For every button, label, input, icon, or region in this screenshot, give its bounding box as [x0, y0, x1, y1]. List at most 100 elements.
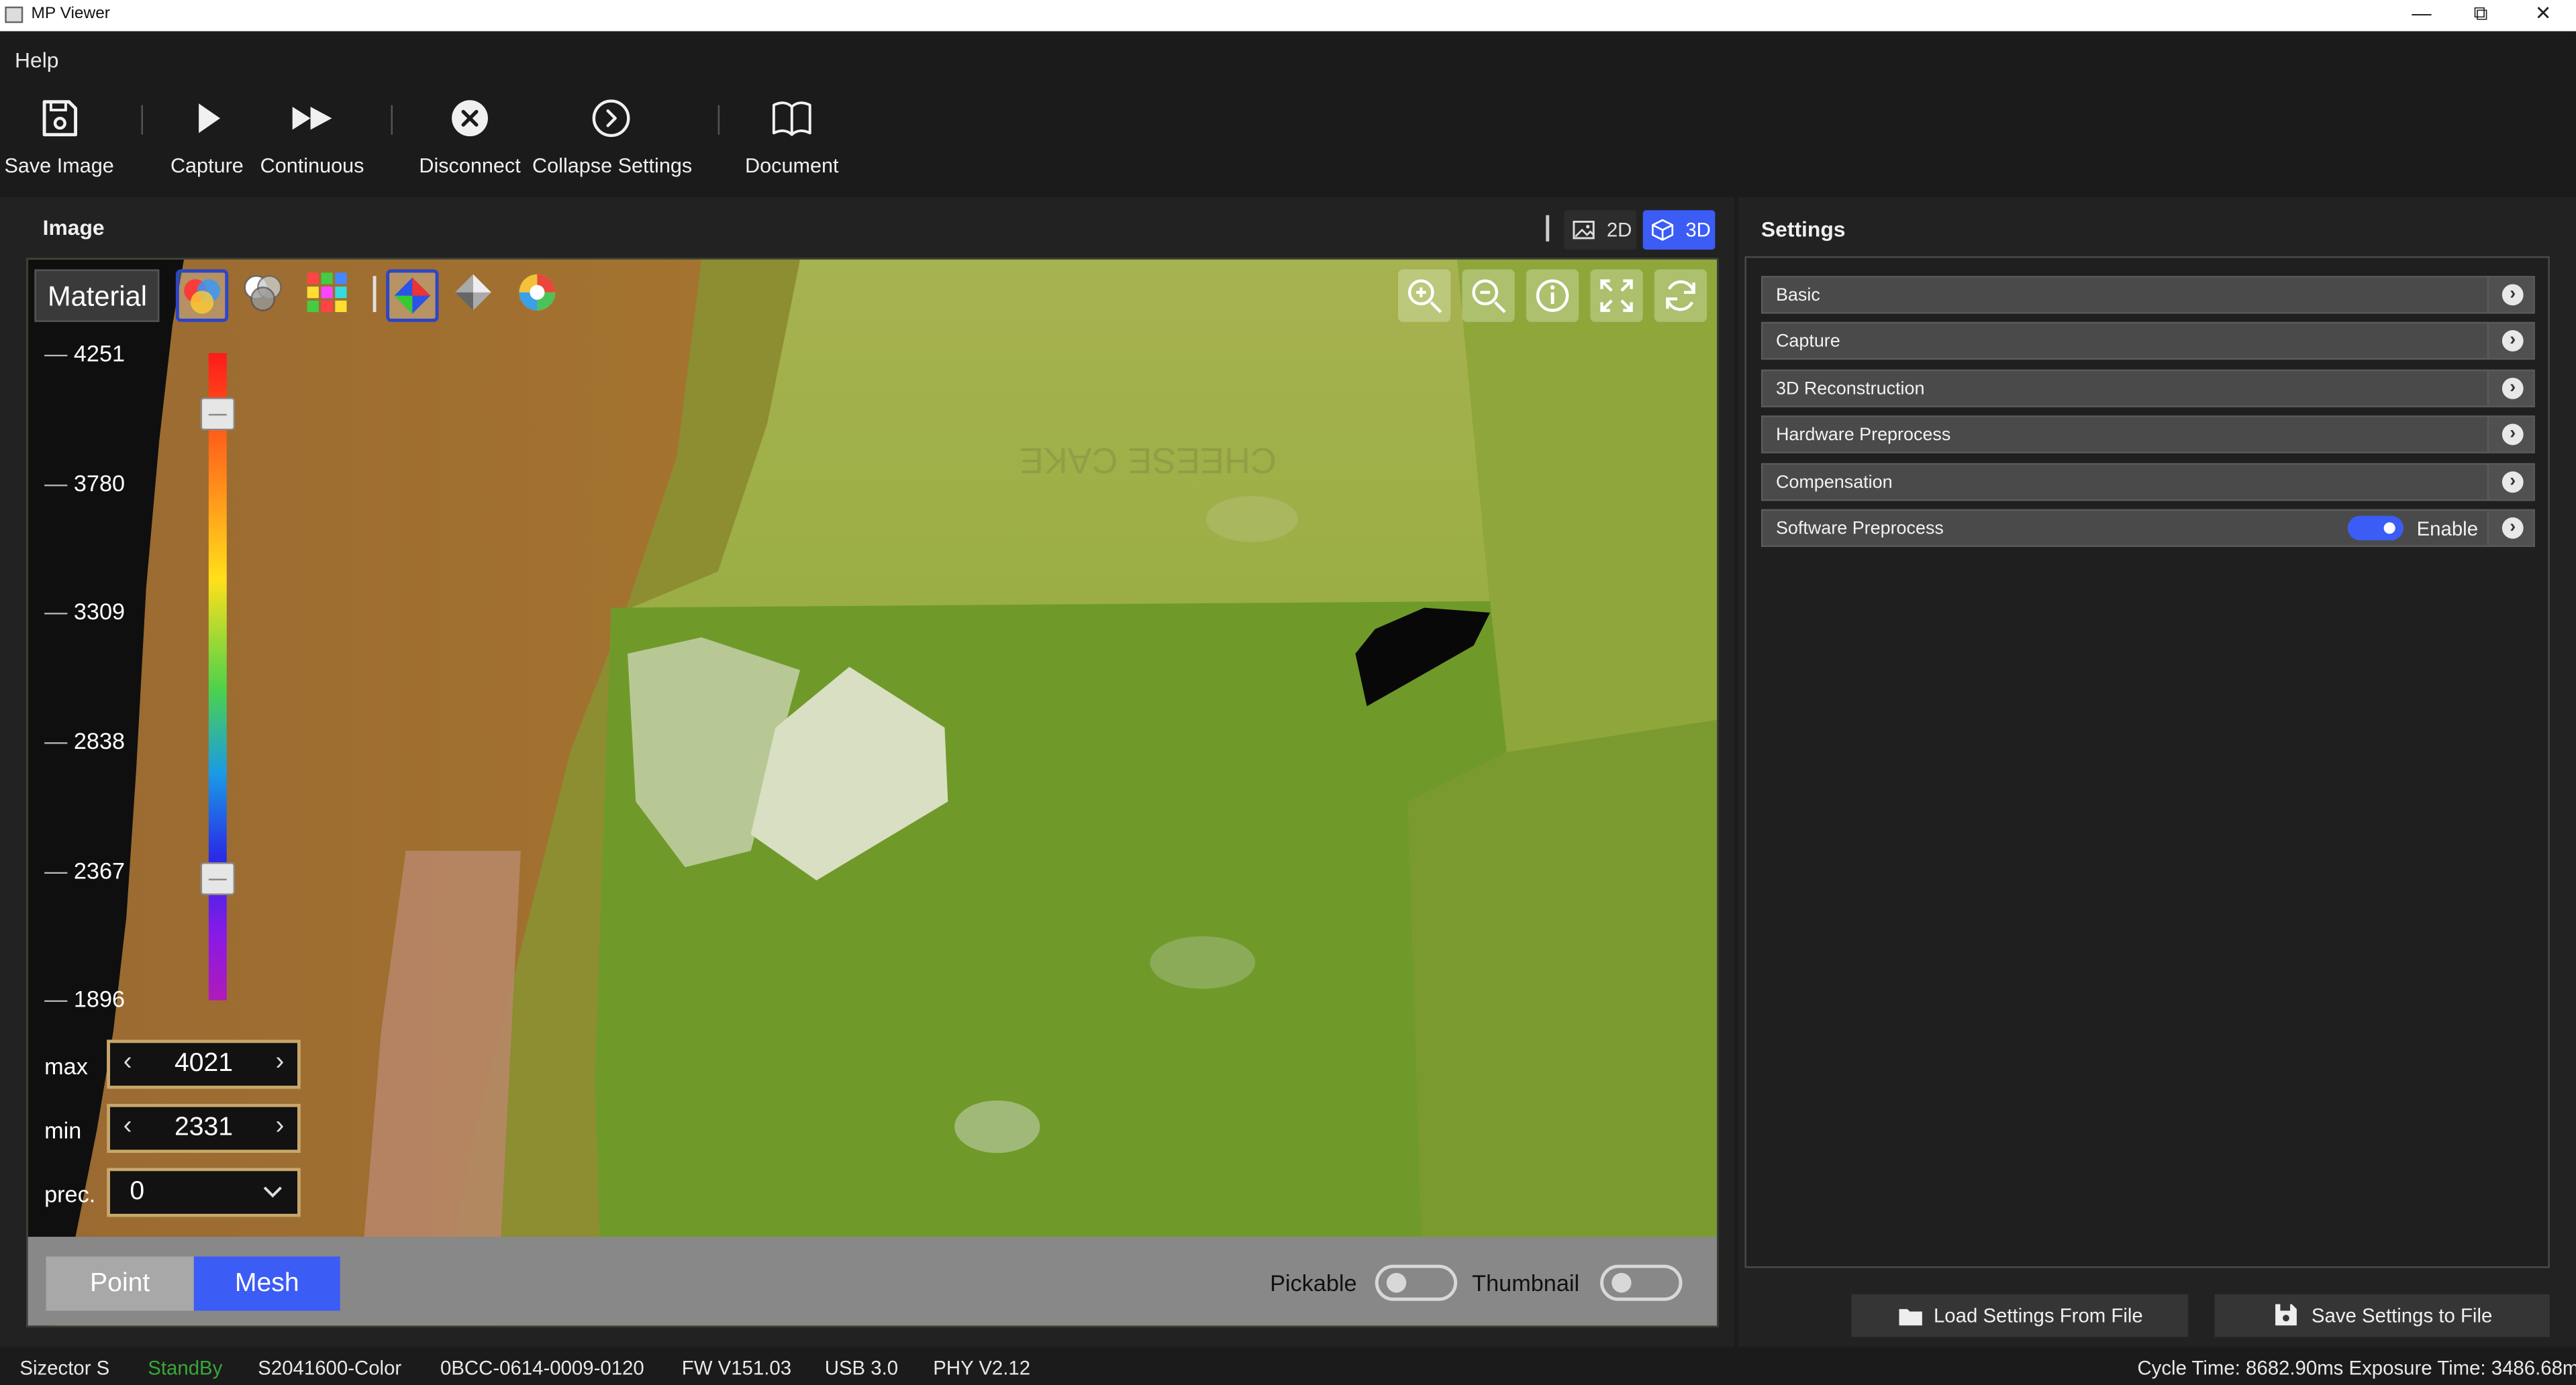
color-wheel-icon[interactable]: [514, 269, 566, 321]
chevron-down-icon: [263, 1186, 282, 1198]
status-phy: PHY V2.12: [933, 1356, 1031, 1380]
settings-section-3d-reconstruction[interactable]: 3D Reconstruction ›: [1761, 369, 2535, 408]
point-tab[interactable]: Point: [46, 1256, 194, 1311]
chevron-right-icon[interactable]: ›: [2487, 511, 2534, 546]
info-icon[interactable]: [1526, 269, 1579, 322]
chevron-right-icon[interactable]: ›: [2487, 417, 2534, 452]
software-preprocess-toggle[interactable]: [2347, 515, 2404, 541]
prec-value: 0: [130, 1178, 145, 1206]
close-icon[interactable]: ✕: [2514, 0, 2573, 32]
max-slider-handle[interactable]: [200, 397, 236, 431]
save-settings-button[interactable]: Save Settings to File: [2214, 1294, 2550, 1337]
section-label: Capture: [1775, 331, 1840, 352]
save-disk-icon: [42, 100, 78, 137]
fast-forward-icon: [292, 107, 332, 130]
continuous-label: Continuous: [260, 154, 364, 178]
color-material-icon[interactable]: [175, 269, 229, 322]
app-icon: [5, 6, 23, 23]
zoom-out-icon[interactable]: [1462, 269, 1515, 322]
status-usb: USB 3.0: [824, 1356, 899, 1380]
grid-material-icon[interactable]: [304, 269, 356, 321]
pickable-toggle[interactable]: [1375, 1264, 1458, 1301]
capture-button[interactable]: Capture: [168, 87, 246, 189]
disconnect-button[interactable]: Disconnect: [415, 87, 524, 189]
section-label: Compensation: [1775, 472, 1893, 493]
view-3d-button[interactable]: 3D: [1642, 210, 1716, 250]
thumbnail-label: Thumbnail: [1472, 1270, 1580, 1296]
status-state: StandBy: [148, 1356, 223, 1380]
prec-select[interactable]: 0: [107, 1168, 301, 1217]
fit-view-icon[interactable]: [1590, 269, 1643, 322]
save-disk-icon: [2275, 1304, 2297, 1326]
min-value[interactable]: 2331: [110, 1114, 297, 1143]
save-image-button[interactable]: Save Image: [3, 87, 115, 189]
play-icon: [199, 103, 220, 134]
status-firmware: FW V151.03: [681, 1356, 792, 1380]
zoom-in-icon[interactable]: [1397, 269, 1451, 322]
load-settings-button[interactable]: Load Settings From File: [1851, 1294, 2189, 1337]
thumbnail-toggle[interactable]: [1600, 1264, 1683, 1301]
min-slider-handle[interactable]: [200, 862, 236, 895]
status-serial: 0BCC-0614-0009-0120: [440, 1356, 644, 1380]
chevron-right-icon[interactable]: ›: [2487, 323, 2534, 358]
load-settings-label: Load Settings From File: [1933, 1304, 2143, 1327]
view-2d-button[interactable]: 2D: [1564, 210, 1636, 250]
title-bar: MP Viewer — ⧉ ✕: [0, 0, 2576, 32]
view-2d-label: 2D: [1606, 218, 1632, 242]
increment-chevron-icon[interactable]: ›: [275, 1048, 284, 1078]
document-button[interactable]: Document: [742, 87, 841, 189]
settings-section-software-preprocess[interactable]: Software Preprocess Enable ›: [1761, 509, 2535, 548]
disconnect-label: Disconnect: [419, 154, 521, 178]
toolbar-separator: [141, 105, 143, 135]
mesh-tab[interactable]: Mesh: [193, 1256, 340, 1311]
toolbar: Save Image Capture Continuous Disconnect: [0, 87, 2576, 189]
chevron-right-icon[interactable]: ›: [2487, 277, 2534, 313]
restore-icon[interactable]: ⧉: [2451, 0, 2510, 32]
image-icon: [1573, 220, 1595, 240]
minimize-icon[interactable]: —: [2392, 0, 2451, 32]
section-label: Hardware Preprocess: [1775, 425, 1951, 446]
view-switch-divider: [1546, 215, 1550, 242]
collapse-settings-label: Collapse Settings: [532, 154, 693, 178]
scale-tick: — 3309: [44, 597, 126, 625]
max-stepper[interactable]: ‹ 4021 ›: [107, 1039, 301, 1089]
min-stepper[interactable]: ‹ 2331 ›: [107, 1103, 301, 1153]
gray-material-icon[interactable]: [240, 269, 292, 321]
depth-color-icon[interactable]: [386, 269, 439, 322]
section-label: Basic: [1775, 285, 1820, 306]
settings-list: [1744, 256, 2550, 1268]
book-icon: [772, 101, 811, 136]
min-label: min: [44, 1117, 82, 1143]
material-label-text: Material: [47, 280, 147, 313]
max-label: max: [44, 1052, 88, 1080]
section-label: Software Preprocess: [1775, 519, 1944, 539]
chevron-right-icon[interactable]: ›: [2487, 464, 2534, 500]
menu-help[interactable]: Help: [15, 48, 58, 72]
chevron-circle-icon: [592, 99, 630, 138]
document-label: Document: [745, 154, 839, 178]
continuous-button[interactable]: Continuous: [256, 87, 368, 189]
collapse-settings-button[interactable]: Collapse Settings: [532, 87, 693, 189]
reset-view-icon[interactable]: [1654, 269, 1707, 322]
3d-viewport[interactable]: CHEESE CAKE Material — 4251 — 3780 — 330…: [26, 258, 1719, 1327]
window-title: MP Viewer: [31, 5, 110, 23]
chevron-right-icon[interactable]: ›: [2487, 371, 2534, 406]
section-label: 3D Reconstruction: [1775, 379, 1925, 399]
depth-color-bar: [208, 353, 227, 1001]
view-3d-label: 3D: [1685, 218, 1711, 242]
image-panel-title: Image: [42, 215, 105, 240]
settings-section-hardware-preprocess[interactable]: Hardware Preprocess ›: [1761, 415, 2535, 454]
increment-chevron-icon[interactable]: ›: [275, 1112, 284, 1141]
settings-section-capture[interactable]: Capture ›: [1761, 321, 2535, 360]
toolbar-separator: [717, 105, 720, 135]
settings-title: Settings: [1761, 217, 1846, 242]
depth-gray-icon[interactable]: [450, 269, 503, 321]
status-timing: Cycle Time: 8682.90ms Exposure Time: 348…: [2137, 1356, 2576, 1380]
settings-section-basic[interactable]: Basic ›: [1761, 276, 2535, 314]
scale-tick: — 2838: [44, 727, 126, 754]
pickable-label: Pickable: [1270, 1270, 1357, 1296]
menu-bar: Help: [0, 31, 2576, 87]
settings-section-compensation[interactable]: Compensation ›: [1761, 463, 2535, 501]
prec-label: prec.: [44, 1180, 96, 1208]
max-value[interactable]: 4021: [110, 1049, 297, 1079]
